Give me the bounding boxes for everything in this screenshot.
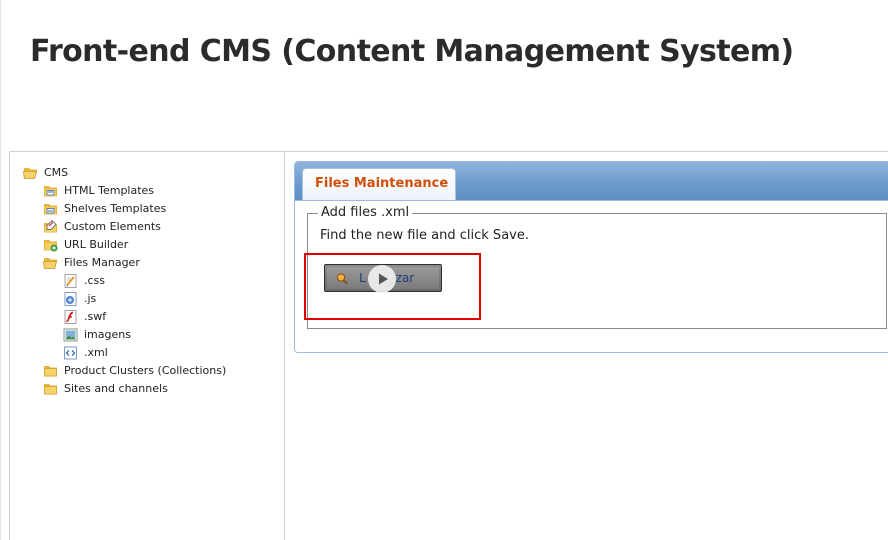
browse-button-label-end: zar [395,271,415,285]
js-file-icon [63,292,79,306]
folder-open-icon [23,166,39,180]
tree-item-label: .xml [84,346,108,359]
panel-tab-strip: Files Maintenance [295,162,888,200]
shelves-templates-icon [43,202,59,216]
main-content: Files Maintenance Add files .xml Find th… [285,152,888,540]
tree-item-label: .css [84,274,106,287]
play-icon [379,273,388,285]
templates-icon [43,184,59,198]
browse-button-label-start: L [359,271,366,285]
folder-open-icon [43,256,59,270]
tree-item-label: Shelves Templates [64,202,167,215]
tree-item-label: imagens [84,328,131,341]
url-builder-icon [43,238,59,252]
page-title: Front-end CMS (Content Management System… [30,34,794,69]
cms-window: CMS HTML Templates Shelves Templates Cus… [9,151,888,540]
video-play-button[interactable] [368,265,396,293]
add-files-fieldset: Add files .xml Find the new file and cli… [307,204,887,329]
tree-item-label: Custom Elements [64,220,161,233]
page: Front-end CMS (Content Management System… [0,0,888,540]
search-icon [335,272,349,285]
image-file-icon [63,328,79,342]
page-edge-divider [0,0,1,540]
tree-item-label: URL Builder [64,238,129,251]
folder-icon [43,364,59,378]
tree-item-label: .swf [84,310,107,323]
cms-tree: CMS HTML Templates Shelves Templates Cus… [10,152,285,540]
folder-icon [43,382,59,396]
tree-item-label: Sites and channels [64,382,168,395]
xml-file-icon [63,346,79,360]
swf-file-icon [63,310,79,324]
browse-button[interactable]: Lzar [324,264,442,293]
tab-files-maintenance[interactable]: Files Maintenance [302,168,456,200]
tree-item-label: Product Clusters (Collections) [64,364,227,377]
instruction-text: Find the new file and click Save. [320,228,529,243]
tree-item-label: HTML Templates [64,184,155,197]
custom-elements-icon [43,219,59,234]
tree-item-label: .js [84,292,97,305]
fieldset-legend: Add files .xml [318,204,413,222]
tab-label: Files Maintenance [315,176,449,191]
tree-item-label: CMS [44,166,69,179]
css-file-icon [63,274,79,288]
tree-item-label: Files Manager [64,256,140,269]
